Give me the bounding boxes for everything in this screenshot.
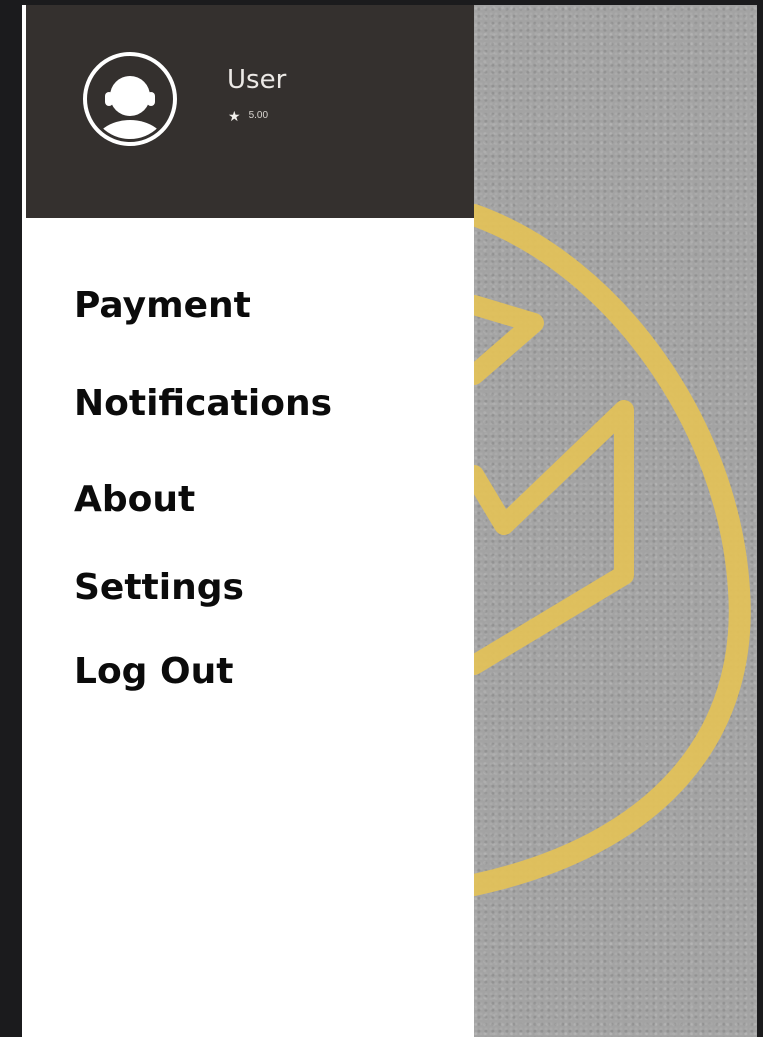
user-avatar-icon[interactable] xyxy=(83,52,177,146)
menu-item-about[interactable]: About xyxy=(74,478,195,522)
road-marking-graphic xyxy=(474,204,751,896)
device-frame: User ★ 5.00 Payment Notifications About … xyxy=(0,0,763,1037)
menu-item-notifications[interactable]: Notifications xyxy=(74,382,332,426)
user-name: User xyxy=(227,65,287,95)
app-screen: User ★ 5.00 Payment Notifications About … xyxy=(22,5,757,1037)
menu-item-log-out[interactable]: Log Out xyxy=(74,650,233,694)
menu-item-payment[interactable]: Payment xyxy=(74,284,251,328)
user-rating: ★ 5.00 xyxy=(228,108,268,124)
navigation-drawer: User ★ 5.00 Payment Notifications About … xyxy=(22,5,474,1037)
menu-item-settings[interactable]: Settings xyxy=(74,566,244,610)
star-icon: ★ xyxy=(228,108,241,124)
rating-value: 5.00 xyxy=(248,110,269,121)
drawer-header: User ★ 5.00 xyxy=(26,5,474,218)
background-photo xyxy=(474,5,757,1037)
